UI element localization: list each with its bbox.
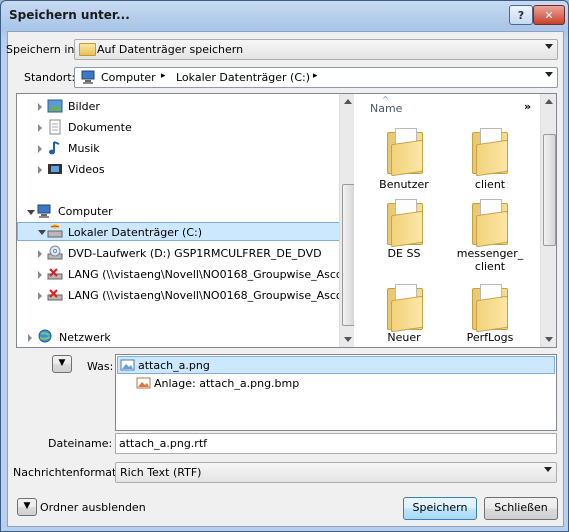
tree-item-label: LANG (\\vistaeng\Novell\NO0168_Groupwise… (68, 289, 343, 302)
bitmap-file-icon (136, 375, 152, 391)
tree-item-label: Computer (58, 205, 113, 218)
file-item-label[interactable]: Neuer (364, 331, 444, 344)
breadcrumb-separator-icon[interactable]: ▸ (313, 71, 318, 81)
image-attachment-icon (120, 357, 136, 373)
tree-scrollbar[interactable] (339, 94, 355, 347)
dialog-body: Speichern in: Auf Datenträger speichern … (6, 31, 564, 527)
format-value: Rich Text (RTF) (120, 466, 202, 479)
computer-icon (80, 69, 96, 85)
collapse-icon[interactable] (27, 210, 35, 215)
file-list: Name ^ » Benutzer client DE SS messenger… (354, 93, 557, 348)
tree-item-label: Lokaler Datenträger (C:) (68, 226, 203, 239)
save-in-label: Speichern in: (6, 43, 79, 56)
dialog-title: Speichern unter... (9, 8, 130, 22)
tree-item-label: LANG (\\vistaeng\Novell\NO0168_Groupwise… (68, 268, 343, 281)
tree-item-drive-c[interactable]: Lokaler Datenträger (C:) (17, 222, 354, 241)
more-columns-icon[interactable]: » (524, 100, 531, 113)
filename-value: attach_a.png.rtf (119, 437, 208, 450)
documents-icon (47, 119, 63, 135)
disconnected-drive-icon (47, 287, 63, 303)
disconnected-drive-icon (47, 266, 63, 282)
location-label: Standort: (24, 71, 76, 84)
hide-folders-button[interactable]: Ordner ausblenden (40, 501, 146, 514)
save-in-combo[interactable]: Auf Datenträger speichern (74, 39, 558, 60)
title-bar: Speichern unter... ? ✕ (1, 1, 568, 31)
expand-icon[interactable] (38, 292, 42, 300)
folder-icon[interactable] (472, 284, 508, 333)
breadcrumb-computer[interactable]: Computer (101, 71, 156, 84)
folder-icon[interactable] (472, 199, 508, 248)
attachment-list[interactable]: attach_a.png Anlage: attach_a.png.bmp (115, 354, 557, 431)
save-as-dialog: Speichern unter... ? ✕ Speichern in: Auf… (0, 0, 569, 532)
file-item-label[interactable]: messenger_ client (450, 247, 530, 273)
tree-item-label: Bilder (68, 100, 100, 113)
file-item-label-line: client (474, 260, 506, 273)
tree-item-label: Netzwerk (59, 331, 111, 344)
help-button[interactable]: ? (509, 5, 533, 25)
file-list-scrollbar[interactable] (540, 94, 556, 347)
scrollbar-thumb[interactable] (543, 134, 556, 246)
close-window-button[interactable]: ✕ (533, 5, 565, 25)
folder-icon[interactable] (472, 128, 508, 177)
expand-icon[interactable] (38, 145, 42, 153)
expand-icon[interactable] (38, 103, 42, 111)
scroll-down-icon[interactable] (545, 337, 553, 342)
tree-item-label: DVD-Laufwerk (D:) GSP1RMCULFRER_DE_DVD (68, 247, 322, 260)
expand-icon[interactable] (28, 334, 32, 342)
format-select[interactable]: Rich Text (RTF) (115, 462, 557, 483)
computer-icon (36, 203, 52, 219)
tree-item-label: Videos (68, 163, 105, 176)
music-icon (47, 140, 63, 156)
expand-icon[interactable] (38, 250, 42, 258)
filename-label: Dateiname: (48, 437, 113, 450)
network-icon (37, 329, 53, 345)
videos-icon (47, 161, 63, 177)
tree-item-label: Dokumente (68, 121, 132, 134)
attachment-item[interactable]: Anlage: attach_a.png.bmp (136, 375, 536, 393)
location-breadcrumb[interactable]: Computer ▸ Lokaler Datenträger (C:) ▸ (74, 67, 558, 88)
sort-ascending-icon: ^ (382, 95, 389, 104)
file-item-label[interactable]: client (450, 178, 530, 191)
was-label: Was: (87, 360, 114, 373)
hide-folders-toggle-icon[interactable]: ▼ (17, 498, 37, 516)
save-in-value: Auf Datenträger speichern (97, 43, 244, 56)
scroll-up-icon[interactable] (545, 99, 553, 104)
filename-field[interactable]: attach_a.png.rtf (115, 433, 557, 454)
file-item-label[interactable]: PerfLogs (450, 331, 530, 344)
file-item-label[interactable]: DE SS (364, 247, 444, 260)
breadcrumb-drive[interactable]: Lokaler Datenträger (C:) (176, 71, 310, 84)
close-button[interactable]: Schließen (484, 497, 558, 520)
scroll-down-icon[interactable] (344, 337, 352, 342)
format-label: Nachrichtenformat: (13, 466, 121, 479)
scroll-up-icon[interactable] (344, 99, 352, 104)
expand-icon[interactable] (38, 166, 42, 174)
save-button[interactable]: Speichern (403, 497, 477, 520)
expand-icon[interactable] (38, 124, 42, 132)
folder-icon[interactable] (387, 128, 423, 177)
folder-icon (79, 43, 96, 56)
navigation-tree: Bilder Dokumente Musik Videos Computer L… (16, 93, 356, 348)
file-item-label[interactable]: Benutzer (364, 178, 444, 191)
was-expand-button[interactable]: ▼ (52, 355, 72, 373)
expand-icon[interactable] (38, 271, 42, 279)
tree-item-label: Musik (68, 142, 100, 155)
hard-drive-icon (47, 223, 63, 239)
folder-icon[interactable] (387, 284, 423, 333)
file-item-label-line: messenger_ (456, 247, 524, 260)
attachment-item[interactable]: attach_a.png (117, 356, 555, 374)
dvd-drive-icon (47, 245, 63, 261)
chevron-down-icon (544, 467, 552, 472)
collapse-icon[interactable] (38, 230, 46, 235)
folder-icon[interactable] (387, 199, 423, 248)
chevron-down-icon (545, 72, 553, 77)
breadcrumb-separator-icon[interactable]: ▸ (161, 71, 166, 81)
chevron-down-icon (545, 44, 553, 49)
pictures-icon (47, 98, 63, 114)
attachment-item-label: Anlage: attach_a.png.bmp (154, 377, 300, 390)
attachment-item-label: attach_a.png (138, 359, 210, 372)
